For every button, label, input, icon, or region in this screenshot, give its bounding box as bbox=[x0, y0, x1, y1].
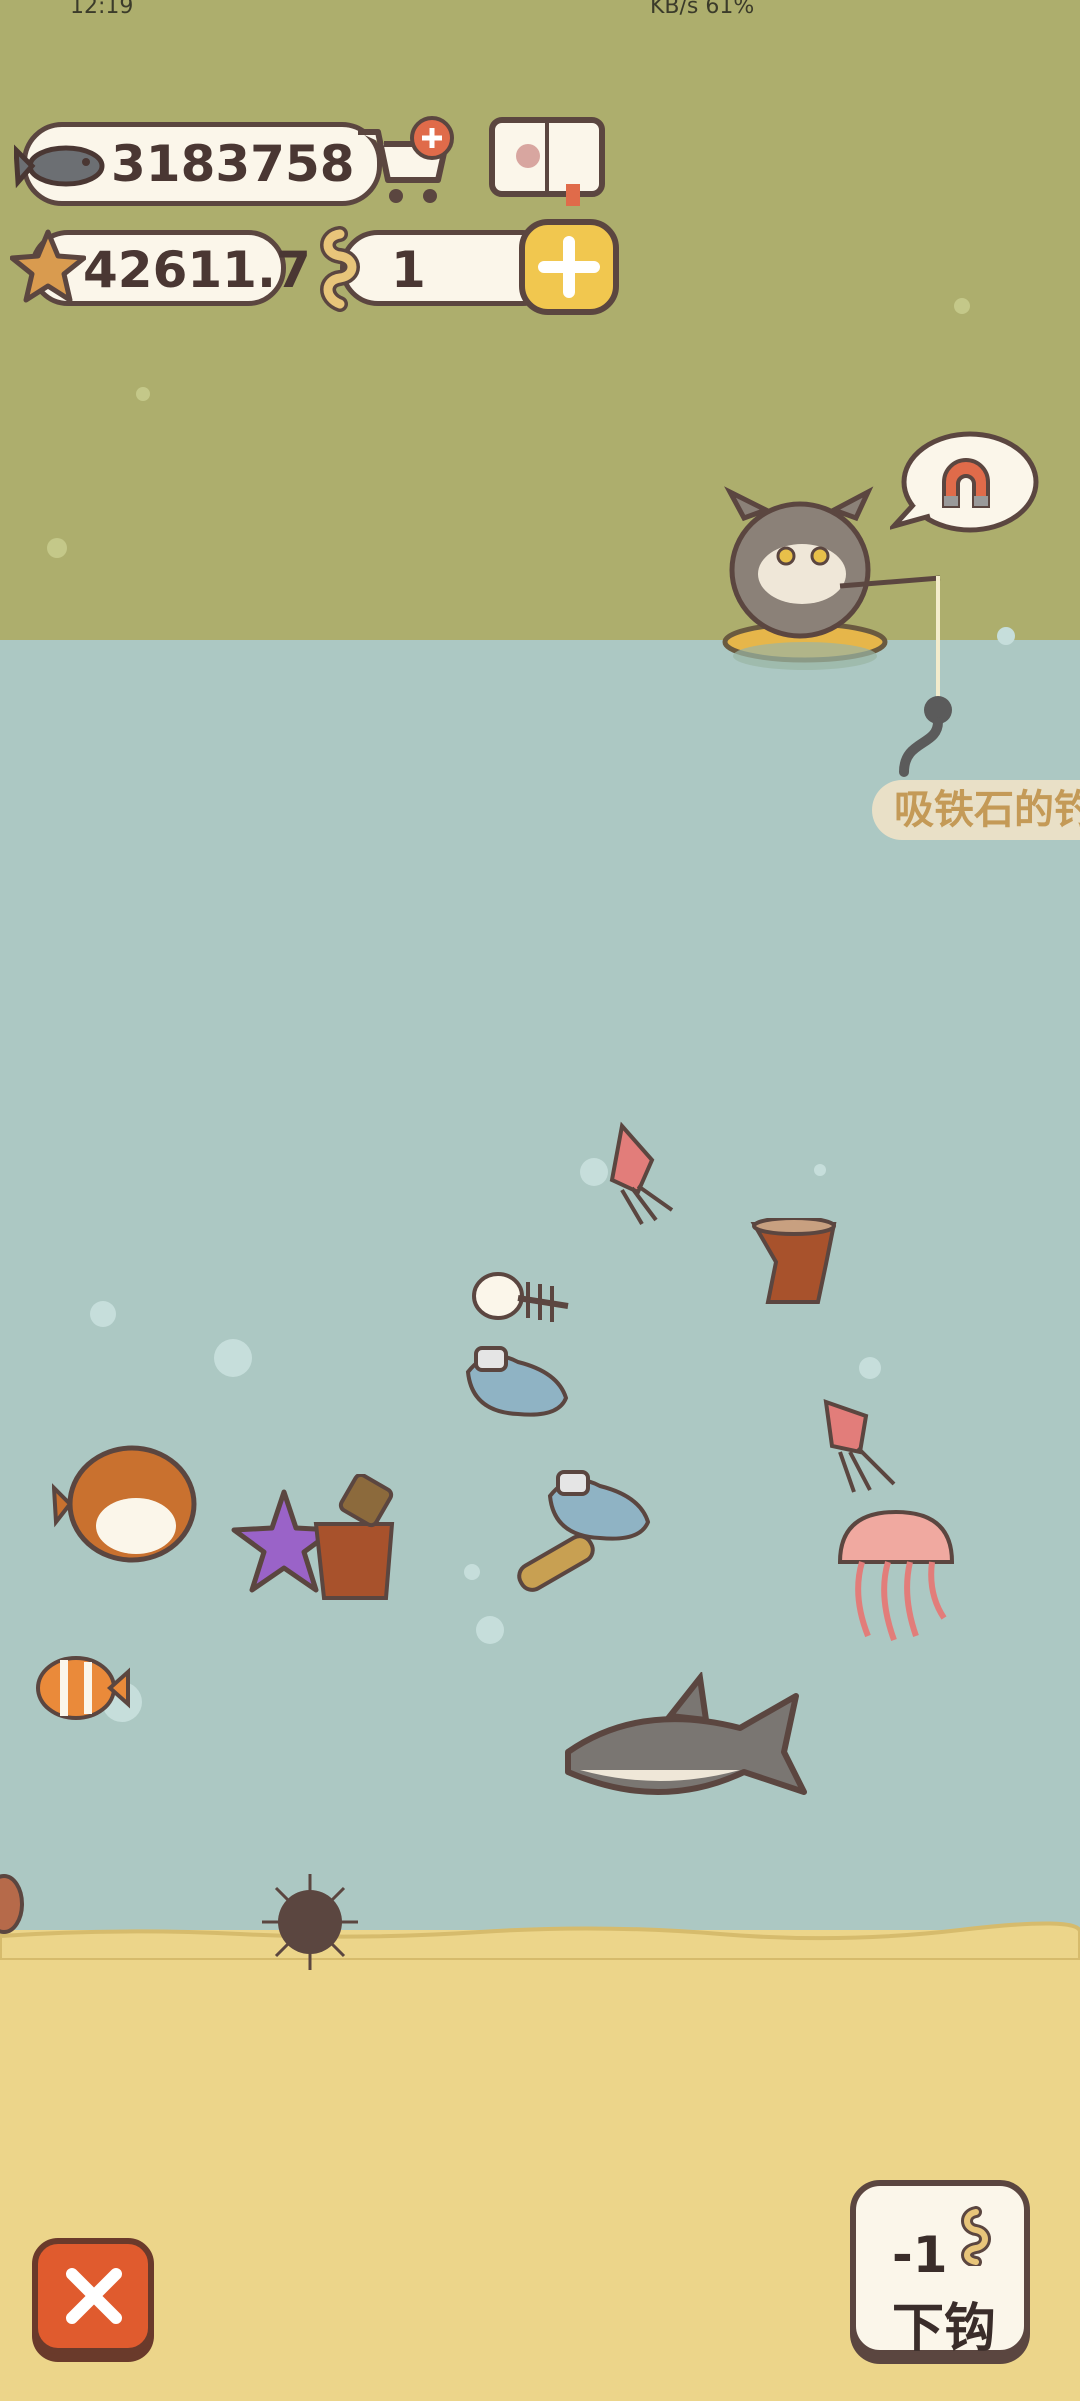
pufferfish[interactable] bbox=[52, 1434, 212, 1570]
cast-cost: -1 bbox=[892, 2226, 948, 2284]
shark[interactable] bbox=[560, 1672, 820, 1842]
rusty-can[interactable] bbox=[748, 1218, 840, 1308]
squid[interactable] bbox=[592, 1120, 682, 1230]
close-icon bbox=[66, 2268, 122, 2324]
crab-edge bbox=[0, 1874, 24, 1934]
squid[interactable] bbox=[810, 1396, 900, 1506]
sea-urchin[interactable] bbox=[260, 1872, 360, 1972]
bubbles bbox=[47, 298, 1015, 1722]
jellyfish[interactable] bbox=[832, 1506, 962, 1646]
rusty-can[interactable] bbox=[300, 1474, 410, 1610]
close-button[interactable] bbox=[32, 2238, 154, 2354]
cast-hook-button[interactable]: -1 下钩 bbox=[850, 2180, 1030, 2359]
bait-worm-icon bbox=[961, 2206, 991, 2266]
old-boot[interactable] bbox=[458, 1342, 574, 1422]
driftwood[interactable] bbox=[510, 1520, 602, 1600]
clownfish[interactable] bbox=[30, 1648, 130, 1728]
fish-skeleton[interactable] bbox=[468, 1262, 578, 1338]
cast-label: 下钩 bbox=[892, 2299, 997, 2359]
